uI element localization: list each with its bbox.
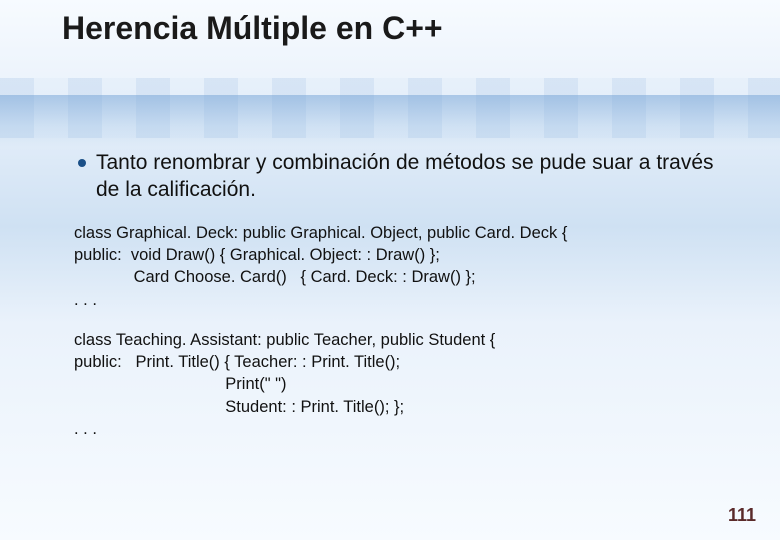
code-line: Student: : Print. Title(); }; [74, 396, 732, 418]
bullet-dot-icon [78, 159, 86, 167]
code-line: . . . [74, 418, 732, 440]
slide-title: Herencia Múltiple en C++ [62, 10, 443, 47]
page-number: 111 [728, 505, 756, 526]
bullet-item: Tanto renombrar y combinación de métodos… [78, 150, 732, 204]
code-line: class Teaching. Assistant: public Teache… [74, 329, 732, 351]
bullet-text: Tanto renombrar y combinación de métodos… [96, 150, 732, 204]
code-line: class Graphical. Deck: public Graphical.… [74, 222, 732, 244]
code-line: Print(" ") [74, 373, 732, 395]
code-line: . . . [74, 289, 732, 311]
code-line: public: void Draw() { Graphical. Object:… [74, 244, 732, 266]
code-line: Card Choose. Card() { Card. Deck: : Draw… [74, 266, 732, 288]
slide-body: Tanto renombrar y combinación de métodos… [78, 150, 732, 440]
code-block-1: class Graphical. Deck: public Graphical.… [74, 222, 732, 311]
code-line: public: Print. Title() { Teacher: : Prin… [74, 351, 732, 373]
code-block-2: class Teaching. Assistant: public Teache… [74, 329, 732, 440]
